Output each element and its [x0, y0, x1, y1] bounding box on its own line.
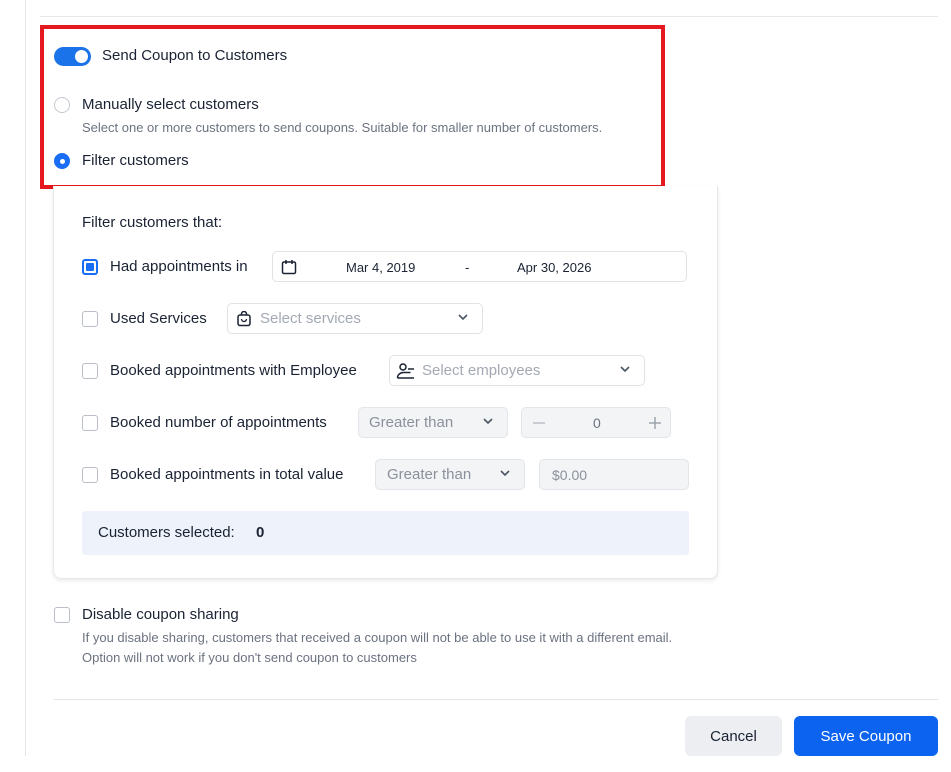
toggle-knob: [75, 50, 88, 63]
disable-sharing-description-1: If you disable sharing, customers that r…: [82, 630, 673, 645]
num-comparator-value: Greater than: [369, 414, 454, 431]
num-appointments-stepper[interactable]: 0: [521, 407, 671, 438]
filter-customers-radio[interactable]: [54, 153, 70, 169]
chevron-down-icon: [456, 309, 470, 325]
manual-select-label: Manually select customers: [82, 96, 259, 113]
total-value-label: Booked appointments in total value: [110, 466, 344, 483]
employee-checkbox[interactable]: [82, 363, 98, 379]
total-comparator-value: Greater than: [387, 466, 472, 483]
send-coupon-toggle[interactable]: [54, 47, 91, 66]
calendar-icon: [281, 259, 297, 278]
manual-select-radio[interactable]: [54, 97, 70, 113]
services-select[interactable]: Select services: [227, 303, 483, 334]
employee-label: Booked appointments with Employee: [110, 362, 357, 379]
footer-divider: [54, 699, 938, 700]
disable-sharing-description-2: Option will not work if you don't send c…: [82, 650, 417, 665]
num-appointments-checkbox[interactable]: [82, 415, 98, 431]
had-appointments-checkbox[interactable]: [82, 259, 98, 275]
minus-icon[interactable]: [532, 416, 546, 433]
date-from: Mar 4, 2019: [346, 260, 416, 275]
num-appointments-label: Booked number of appointments: [110, 414, 327, 431]
total-value-input[interactable]: $0.00: [539, 459, 689, 490]
disable-sharing-checkbox[interactable]: [54, 607, 70, 623]
employees-select[interactable]: Select employees: [389, 355, 645, 386]
filter-panel-title: Filter customers that:: [82, 214, 223, 231]
left-divider: [25, 0, 26, 756]
used-services-label: Used Services: [110, 310, 207, 327]
plus-icon[interactable]: [648, 416, 662, 433]
chevron-down-icon: [498, 465, 512, 481]
services-placeholder: Select services: [260, 310, 361, 327]
cancel-button[interactable]: Cancel: [685, 716, 782, 756]
disable-sharing-label: Disable coupon sharing: [82, 606, 239, 623]
chevron-down-icon: [618, 361, 632, 377]
date-range-picker[interactable]: Mar 4, 2019 - Apr 30, 2026: [272, 251, 687, 282]
employees-placeholder: Select employees: [422, 362, 541, 379]
date-separator: -: [465, 260, 470, 275]
total-value-placeholder: $0.00: [552, 467, 588, 483]
top-divider: [40, 16, 938, 17]
manual-select-description: Select one or more customers to send cou…: [82, 120, 603, 135]
total-value-checkbox[interactable]: [82, 467, 98, 483]
save-coupon-button[interactable]: Save Coupon: [794, 716, 938, 756]
employee-icon: [396, 362, 416, 383]
stepper-value: 0: [593, 415, 601, 431]
send-coupon-label: Send Coupon to Customers: [102, 47, 288, 64]
date-to: Apr 30, 2026: [517, 260, 592, 275]
customers-selected-label: Customers selected:: [98, 524, 235, 541]
customers-selected-count: 0: [256, 524, 265, 541]
shopping-bag-icon: [236, 310, 252, 330]
used-services-checkbox[interactable]: [82, 311, 98, 327]
total-value-comparator-select[interactable]: Greater than: [375, 459, 525, 490]
filter-customers-label: Filter customers: [82, 152, 189, 169]
num-appointments-comparator-select[interactable]: Greater than: [358, 407, 508, 438]
chevron-down-icon: [481, 413, 495, 429]
had-appointments-label: Had appointments in: [110, 258, 248, 275]
